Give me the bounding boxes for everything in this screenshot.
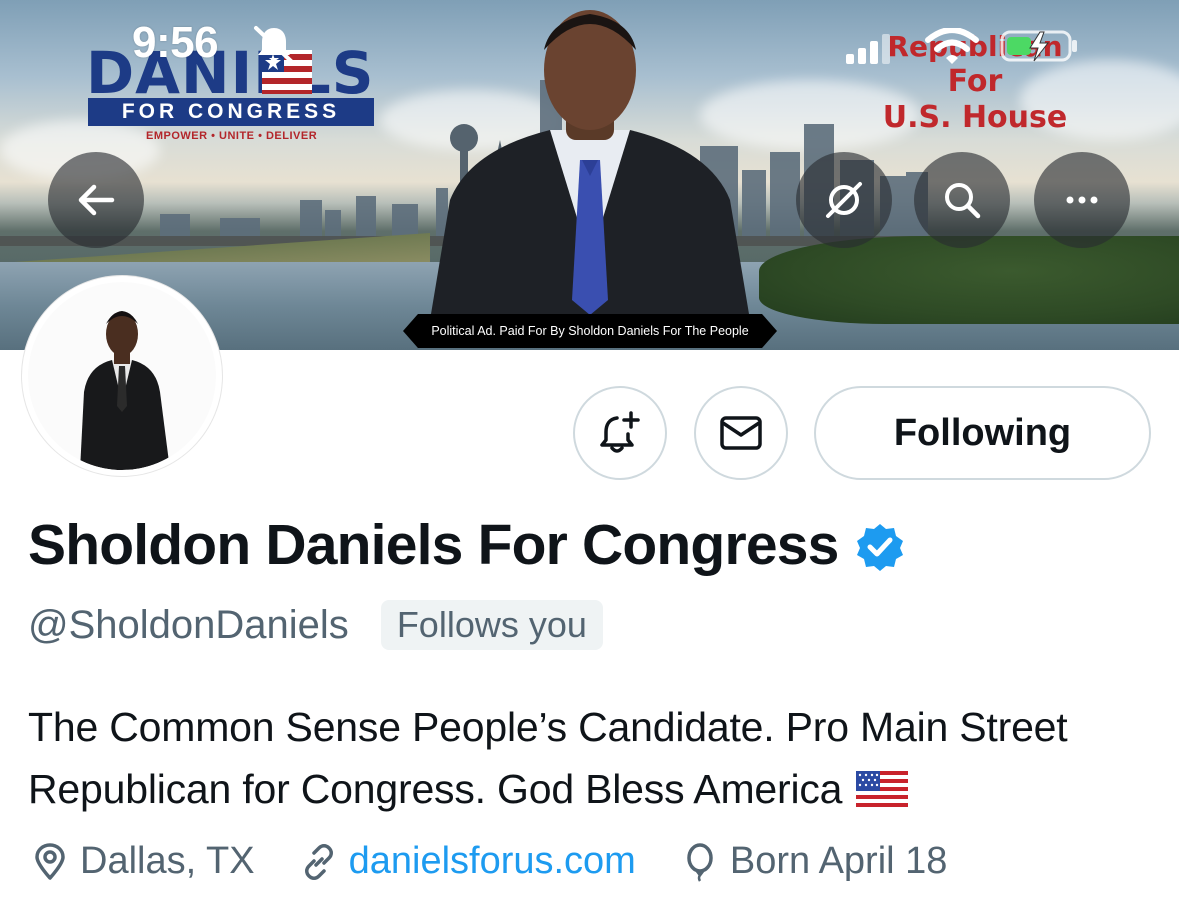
search-button[interactable] bbox=[914, 152, 1010, 248]
banner-candidate-photo bbox=[430, 10, 750, 320]
display-name: Sholdon Daniels For Congress bbox=[28, 513, 839, 577]
verified-badge-icon[interactable] bbox=[855, 522, 905, 572]
battery-charging-icon bbox=[1000, 30, 1077, 62]
profile-name-row: Sholdon Daniels For Congress bbox=[28, 512, 905, 578]
back-button[interactable] bbox=[48, 152, 144, 248]
arrow-left-icon bbox=[78, 184, 115, 216]
campaign-logo: DANIELS FOR CONGRESS EMPOWER • UNITE • D… bbox=[86, 30, 376, 148]
follows-you-badge: Follows you bbox=[380, 600, 603, 650]
search-icon bbox=[945, 183, 981, 219]
more-options-button[interactable] bbox=[1034, 152, 1130, 248]
profile-birthday: Born April 18 bbox=[680, 840, 948, 883]
republican-line-3: U.S. House bbox=[882, 100, 1068, 135]
political-ad-disclaimer: Political Ad. Paid For By Sholdon Daniel… bbox=[403, 314, 777, 348]
link-icon bbox=[304, 843, 333, 880]
logo-for-congress: FOR CONGRESS bbox=[88, 98, 374, 126]
republican-line-2: For bbox=[947, 64, 1003, 99]
cellular-signal-icon bbox=[846, 34, 890, 64]
location-text: Dallas, TX bbox=[80, 840, 255, 882]
profile-avatar[interactable] bbox=[22, 276, 222, 476]
website-link[interactable]: danielsforus.com bbox=[349, 840, 636, 883]
us-flag-icon bbox=[856, 771, 909, 807]
bio-text: The Common Sense People’s Candidate. Pro… bbox=[28, 704, 1068, 812]
grok-button[interactable] bbox=[796, 152, 892, 248]
balloon-icon bbox=[687, 842, 713, 882]
logo-tagline: EMPOWER • UNITE • DELIVER bbox=[146, 130, 318, 142]
profile-location: Dallas, TX bbox=[30, 840, 255, 883]
location-pin-icon bbox=[35, 842, 65, 880]
birthday-text: Born April 18 bbox=[729, 840, 948, 882]
message-button[interactable] bbox=[694, 386, 788, 480]
following-button[interactable]: Following bbox=[814, 386, 1151, 480]
status-time: 9:56 bbox=[132, 18, 219, 67]
banner-trees bbox=[759, 236, 1179, 324]
profile-bio: The Common Sense People’s Candidate. Pro… bbox=[28, 696, 1158, 820]
avatar-photo bbox=[28, 282, 216, 470]
profile-handle-row: @SholdonDaniels Follows you bbox=[28, 600, 603, 650]
profile-meta-row: Dallas, TX danielsforus.com Born April 1… bbox=[30, 840, 991, 883]
envelope-icon bbox=[720, 416, 762, 450]
profile-handle: @SholdonDaniels bbox=[28, 602, 349, 647]
notifications-button[interactable] bbox=[573, 386, 667, 480]
wifi-icon bbox=[925, 28, 979, 64]
profile-website[interactable]: danielsforus.com bbox=[299, 840, 636, 883]
bell-plus-icon bbox=[600, 411, 640, 453]
grok-icon bbox=[826, 182, 862, 218]
silent-mode-bell-icon bbox=[254, 26, 294, 64]
logo-name: DANIELS bbox=[86, 39, 375, 107]
more-horizontal-icon bbox=[1066, 196, 1098, 204]
avatar-person-image bbox=[28, 282, 216, 470]
